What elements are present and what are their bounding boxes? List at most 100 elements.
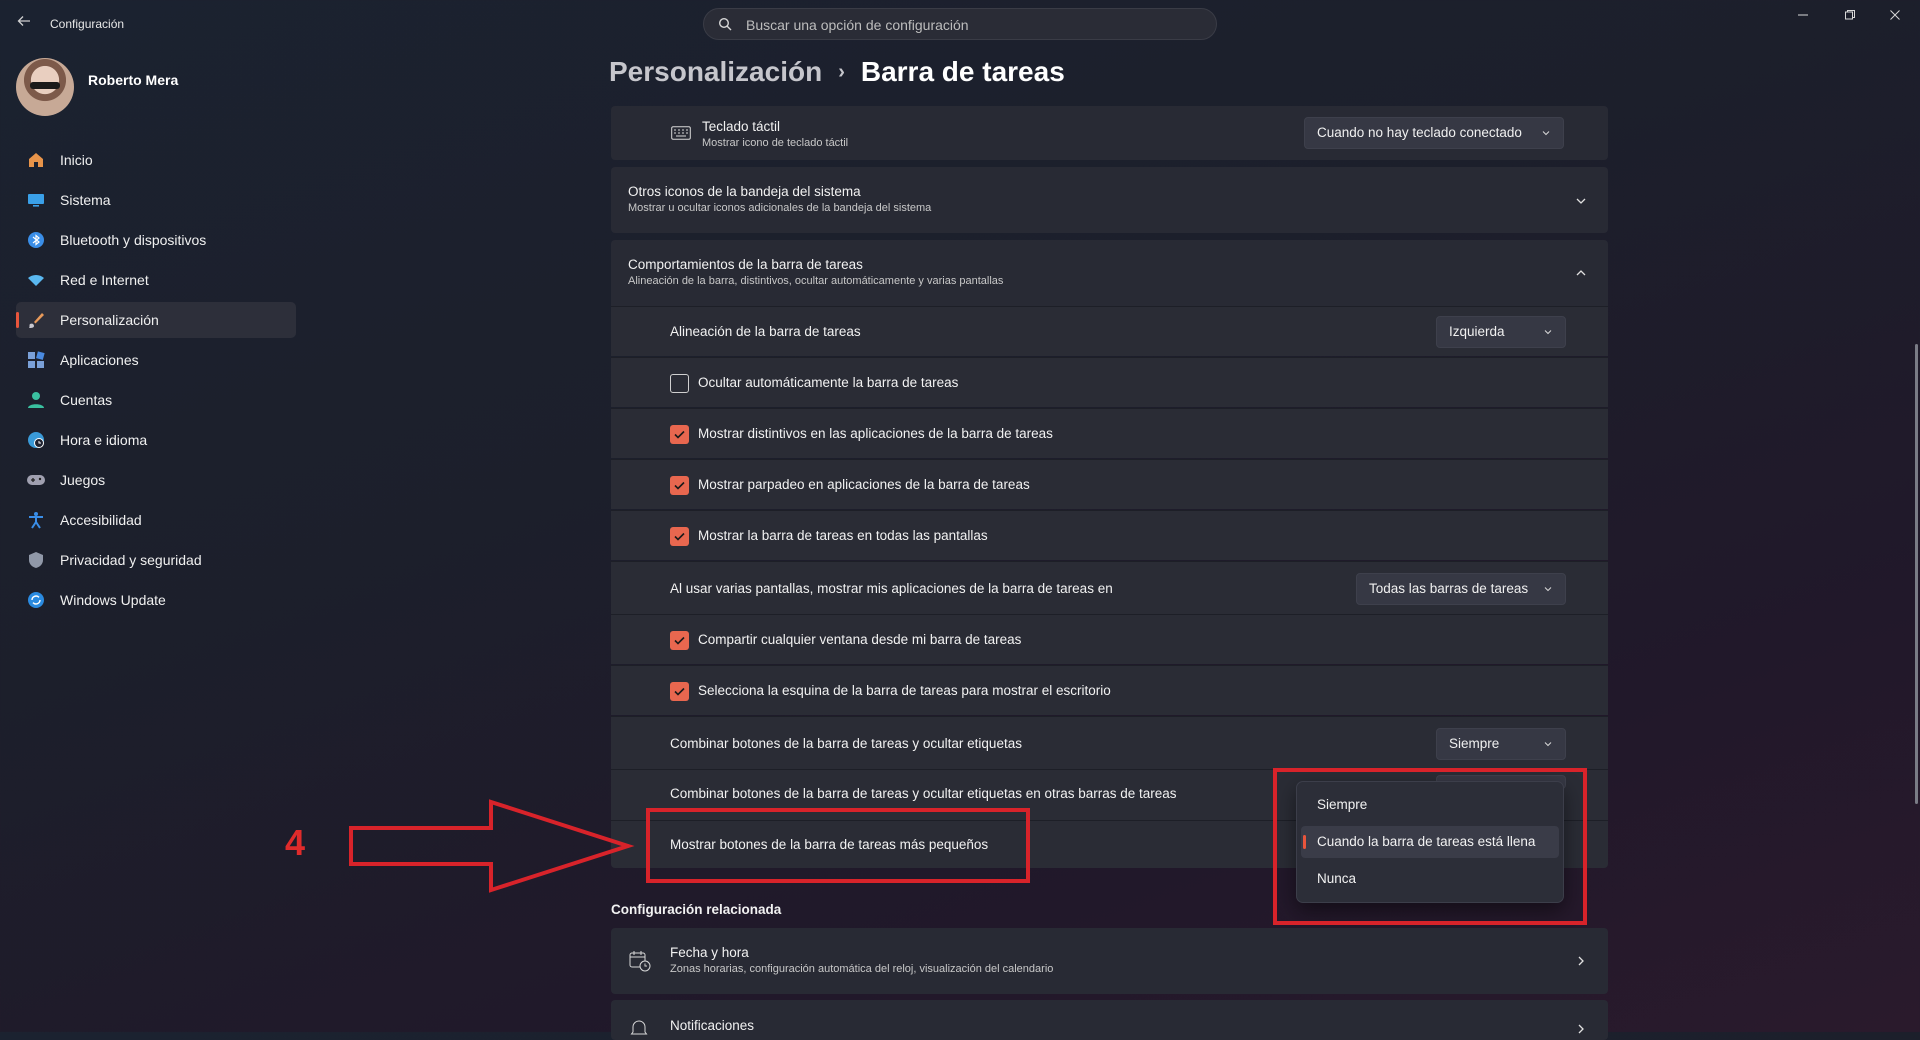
accessibility-icon [26,510,46,530]
sidebar-item-privacidad-y-seguridad[interactable]: Privacidad y seguridad [16,542,296,578]
taskbar-alignment-value: Izquierda [1449,324,1505,339]
sidebar-item-inicio[interactable]: Inicio [16,142,296,178]
share-window-checkbox[interactable] [670,631,689,650]
breadcrumb-separator: › [838,60,845,83]
back-arrow-icon [17,16,30,26]
flashing-label: Mostrar parpadeo en aplicaciones de la b… [698,477,1030,492]
apps-icon [26,350,46,370]
all-displays-row: Mostrar la barra de tareas en todas las … [611,510,1608,560]
maximize-button[interactable] [1827,6,1873,26]
sidebar-item-label: Sistema [60,192,111,208]
show-desktop-label: Selecciona la esquina de la barra de tar… [698,683,1111,698]
touch-keyboard-title: Teclado táctil [702,119,781,134]
badges-row: Mostrar distintivos en las aplicaciones … [611,408,1608,458]
sidebar-item-label: Hora e idioma [60,432,148,448]
sidebar-item-sistema[interactable]: Sistema [16,182,296,218]
search-icon [718,17,732,31]
flashing-checkbox[interactable] [670,476,689,495]
notifications-title: Notificaciones [670,1018,755,1033]
wifi-icon [26,270,46,290]
breadcrumb: Personalización › Barra de tareas [609,56,1065,88]
share-window-label: Compartir cualquier ventana desde mi bar… [698,632,1022,647]
profile-name: Roberto Mera [88,72,179,88]
sidebar-item-cuentas[interactable]: Cuentas [16,382,296,418]
breadcrumb-parent[interactable]: Personalización [609,56,822,88]
back-button[interactable] [12,12,36,36]
checkmark-icon [674,636,685,645]
minimize-button[interactable] [1780,6,1826,26]
touch-keyboard-row: Teclado táctil Mostrar icono de teclado … [611,106,1608,160]
all-displays-checkbox[interactable] [670,527,689,546]
sidebar-item-label: Windows Update [60,592,166,608]
chevron-right-icon [1578,956,1584,966]
checkmark-icon [674,481,685,490]
touch-keyboard-dropdown[interactable]: Cuando no hay teclado conectado [1304,117,1564,149]
taskbar-alignment-dropdown[interactable]: Izquierda [1436,316,1566,348]
sidebar-item-bluetooth-y-dispositivos[interactable]: Bluetooth y dispositivos [16,222,296,258]
globe-clock-icon [26,430,46,450]
checkmark-icon [674,430,685,439]
update-icon [26,590,46,610]
annotation-highlight-dropdown [1273,768,1587,925]
search-box[interactable] [703,8,1217,40]
chevron-down-icon[interactable] [1574,194,1588,208]
sidebar-item-personalización[interactable]: Personalización [16,302,296,338]
sidebar-item-red-e-internet[interactable]: Red e Internet [16,262,296,298]
show-desktop-row: Selecciona la esquina de la barra de tar… [611,665,1608,715]
search-input[interactable] [744,15,1204,35]
brush-icon [26,310,46,330]
multi-display-label: Al usar varias pantallas, mostrar mis ap… [670,581,1113,596]
title-bar: Configuración [0,0,1920,48]
chevron-up-icon[interactable] [1574,266,1588,280]
date-time-link[interactable]: Fecha y hora Zonas horarias, configuraci… [611,928,1608,994]
multi-display-value: Todas las barras de tareas [1369,581,1529,596]
sidebar-item-label: Cuentas [60,392,113,408]
monitor-icon [26,190,46,210]
sidebar-item-aplicaciones[interactable]: Aplicaciones [16,342,296,378]
autohide-checkbox[interactable] [670,374,689,393]
app-title: Configuración [50,17,125,31]
gamepad-icon [26,470,46,490]
sidebar-item-label: Bluetooth y dispositivos [60,232,207,248]
avatar[interactable] [16,58,74,116]
badges-checkbox[interactable] [670,425,689,444]
sidebar-item-windows-update[interactable]: Windows Update [16,582,296,618]
multi-display-dropdown[interactable]: Todas las barras de tareas [1356,573,1566,605]
show-desktop-checkbox[interactable] [670,682,689,701]
chevron-down-icon [1542,131,1550,136]
glasses-graphic [30,82,60,89]
shield-icon [26,550,46,570]
combine-buttons-label: Combinar botones de la barra de tareas y… [670,736,1022,751]
autohide-label: Ocultar automáticamente la barra de tare… [698,375,959,390]
scrollbar[interactable] [1915,344,1918,804]
annotation-arrow [349,799,635,893]
share-window-row: Compartir cualquier ventana desde mi bar… [611,614,1608,664]
touch-keyboard-value: Cuando no hay teclado conectado [1317,125,1522,140]
minimize-icon [1798,14,1808,16]
taskbar-behaviors-header[interactable]: Comportamientos de la barra de tareas Al… [611,240,1608,306]
sidebar-item-hora-e-idioma[interactable]: Hora e idioma [16,422,296,458]
checkmark-icon [674,687,685,696]
checkmark-icon [674,532,685,541]
keyboard-icon [671,126,691,140]
sidebar-item-label: Aplicaciones [60,352,139,368]
page-title: Barra de tareas [860,56,1065,87]
sidebar-item-label: Red e Internet [60,272,149,288]
autohide-row: Ocultar automáticamente la barra de tare… [611,357,1608,407]
sidebar-item-juegos[interactable]: Juegos [16,462,296,498]
all-displays-label: Mostrar la barra de tareas en todas las … [698,528,988,543]
sidebar-item-accesibilidad[interactable]: Accesibilidad [16,502,296,538]
other-tray-icons-section[interactable]: Otros iconos de la bandeja del sistema M… [611,167,1608,233]
touch-keyboard-subtitle: Mostrar icono de teclado táctil [702,137,849,149]
chevron-down-icon [1544,587,1552,592]
combine-buttons-dropdown[interactable]: Siempre [1436,728,1566,760]
other-icons-title: Otros iconos de la bandeja del sistema [628,184,861,199]
home-icon [26,150,46,170]
close-button[interactable] [1872,6,1918,26]
sidebar-item-label: Personalización [60,312,159,328]
notifications-link[interactable]: Notificaciones [611,1000,1608,1040]
related-heading: Configuración relacionada [611,902,782,917]
taskbar-alignment-row: Alineación de la barra de tareas Izquier… [611,306,1608,356]
calendar-clock-icon [629,951,651,972]
flashing-row: Mostrar parpadeo en aplicaciones de la b… [611,459,1608,509]
